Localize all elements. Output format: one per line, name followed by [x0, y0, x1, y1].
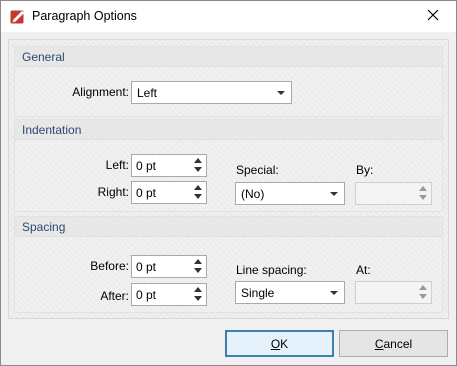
left-indent-label: Left:	[105, 158, 129, 172]
spin-down-icon	[419, 294, 427, 299]
close-icon	[427, 9, 439, 24]
spin-up-icon[interactable]	[194, 259, 202, 264]
spacing-section-title: Spacing	[22, 220, 66, 234]
indentation-section-title: Indentation	[22, 123, 82, 137]
spin-up-icon[interactable]	[194, 287, 202, 292]
dialog-title: Paragraph Options	[32, 9, 137, 23]
at-spinbox	[355, 281, 432, 304]
dialog-body: General Alignment: Left Indentation Left…	[8, 39, 449, 319]
line-spacing-value: Single	[241, 286, 275, 300]
spin-up-icon	[419, 285, 427, 290]
ok-button-label-rest: K	[280, 336, 289, 351]
general-section-header: General	[15, 47, 442, 67]
title-bar[interactable]: Paragraph Options	[1, 1, 456, 32]
left-indent-spinbox[interactable]: 0 pt	[131, 154, 207, 177]
at-spin-buttons	[417, 283, 429, 302]
ok-button[interactable]: OK	[225, 330, 334, 357]
indentation-section-header: Indentation	[15, 120, 442, 140]
alignment-value: Left	[137, 86, 158, 100]
spacing-section-header: Spacing	[15, 217, 442, 237]
left-indent-spin-buttons[interactable]	[192, 156, 204, 175]
right-indent-value: 0 pt	[136, 186, 157, 200]
at-label: At:	[356, 263, 371, 277]
by-label: By:	[356, 163, 374, 177]
special-value: (No)	[241, 187, 265, 201]
cancel-button-label-rest: ancel	[383, 336, 413, 351]
by-spin-buttons	[417, 184, 429, 203]
before-spacing-spinbox[interactable]: 0 pt	[131, 255, 207, 278]
after-spacing-label: After:	[100, 289, 129, 303]
right-indent-label: Right:	[97, 185, 129, 199]
spin-down-icon[interactable]	[194, 296, 202, 301]
after-spacing-spin-buttons[interactable]	[192, 285, 204, 304]
after-spacing-spinbox[interactable]: 0 pt	[131, 283, 207, 306]
right-indent-spinbox[interactable]: 0 pt	[131, 181, 207, 204]
chevron-down-icon	[330, 291, 338, 295]
spacing-section: Spacing Before: 0 pt After: 0 pt Line sp…	[14, 216, 443, 313]
special-label: Special:	[236, 163, 279, 177]
paragraph-options-dialog: Paragraph Options General Alignment: Lef…	[0, 0, 457, 366]
special-dropdown[interactable]: (No)	[235, 182, 345, 205]
line-spacing-dropdown[interactable]: Single	[235, 281, 345, 304]
alignment-label: Alignment:	[72, 85, 129, 99]
spin-down-icon[interactable]	[194, 268, 202, 273]
spin-down-icon[interactable]	[194, 194, 202, 199]
before-spacing-value: 0 pt	[136, 260, 157, 274]
spin-up-icon[interactable]	[194, 158, 202, 163]
indentation-section: Indentation Left: 0 pt Right: 0 pt Speci…	[14, 119, 443, 212]
before-spacing-spin-buttons[interactable]	[192, 257, 204, 276]
by-spinbox	[355, 182, 432, 205]
spin-up-icon	[419, 186, 427, 191]
close-button[interactable]	[410, 1, 456, 32]
cancel-button[interactable]: Cancel	[339, 330, 448, 357]
line-spacing-label: Line spacing:	[236, 263, 307, 277]
left-indent-value: 0 pt	[136, 159, 157, 173]
after-spacing-value: 0 pt	[136, 288, 157, 302]
ok-button-mnemonic: O	[270, 336, 281, 351]
chevron-down-icon	[330, 192, 338, 196]
alignment-dropdown[interactable]: Left	[131, 81, 292, 104]
general-section-title: General	[22, 50, 65, 64]
spin-up-icon[interactable]	[194, 185, 202, 190]
pdf-editor-icon	[10, 9, 26, 25]
right-indent-spin-buttons[interactable]	[192, 183, 204, 202]
spin-down-icon	[419, 195, 427, 200]
general-section: General Alignment: Left	[14, 46, 443, 117]
chevron-down-icon	[277, 91, 285, 95]
before-spacing-label: Before:	[90, 259, 129, 273]
cancel-button-mnemonic: C	[374, 336, 384, 351]
spin-down-icon[interactable]	[194, 167, 202, 172]
